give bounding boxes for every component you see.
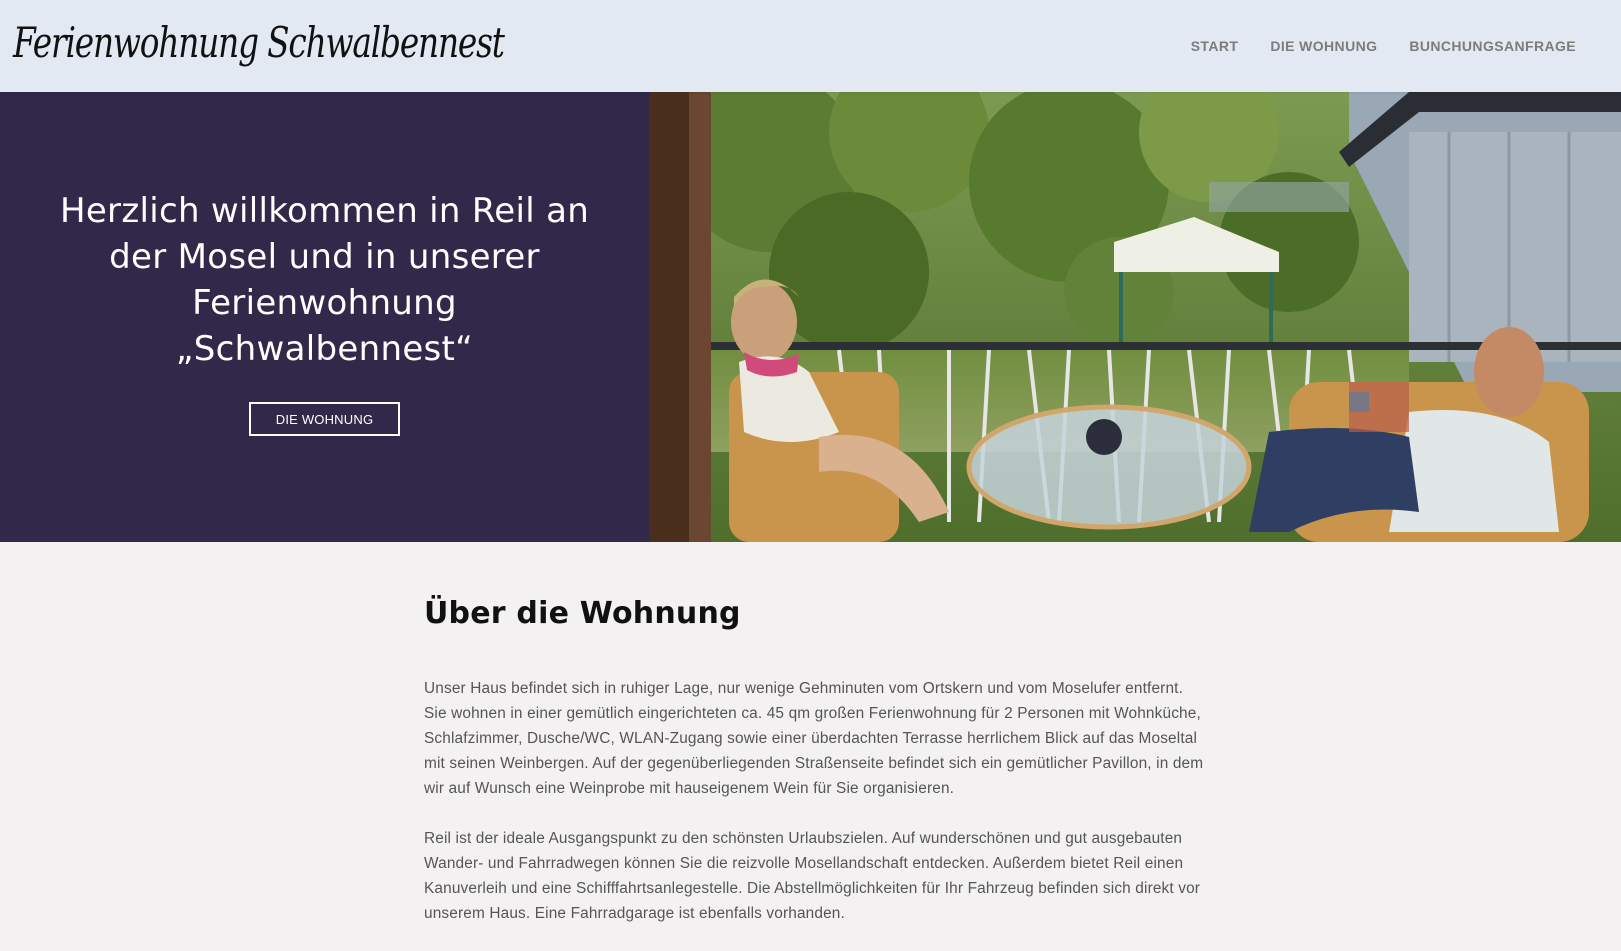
- about-paragraph-2: Reil ist der ideale Ausgangspunkt zu den…: [424, 830, 1201, 922]
- nav-item-die-wohnung[interactable]: DIE WOHNUNG: [1270, 34, 1377, 58]
- hero-photo: [649, 92, 1621, 542]
- hero-title: Herzlich willkommen in Reil an der Mosel…: [59, 191, 590, 369]
- die-wohnung-button[interactable]: DIE WOHNUNG: [249, 402, 400, 436]
- site-header: Ferienwohnung Schwalbennest START DIE WO…: [0, 0, 1621, 92]
- site-logo[interactable]: Ferienwohnung Schwalbennest: [13, 12, 505, 74]
- balcony-photo-icon: [649, 92, 1621, 542]
- hero-text-panel: Herzlich willkommen in Reil an der Mosel…: [0, 92, 649, 542]
- main-nav: START DIE WOHNUNG BUNCHUNGSANFRAGE: [1191, 34, 1576, 58]
- nav-item-start[interactable]: START: [1191, 34, 1239, 58]
- about-paragraph-1: Unser Haus befindet sich in ruhiger Lage…: [424, 680, 1204, 797]
- hero-section: Herzlich willkommen in Reil an der Mosel…: [0, 92, 1621, 542]
- about-section: Über die Wohnung Unser Haus befindet sic…: [424, 590, 1204, 951]
- about-title: Über die Wohnung: [424, 596, 741, 631]
- nav-item-buchungsanfrage[interactable]: BUNCHUNGSANFRAGE: [1409, 34, 1576, 58]
